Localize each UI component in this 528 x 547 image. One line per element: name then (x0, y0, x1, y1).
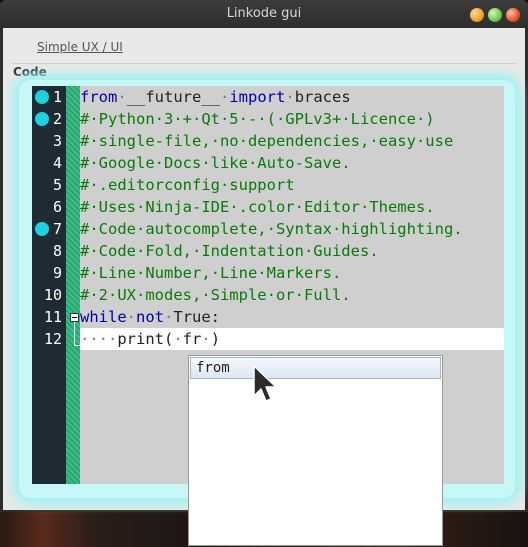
line-number: 11 (43, 308, 62, 326)
code-line: ····print(·fr·) (80, 328, 504, 350)
code-token: __future__ (126, 88, 220, 106)
code-token: #·Code·Fold,·Indentation·Guides. (80, 242, 379, 260)
code-token: · (173, 330, 183, 348)
code-token: · (164, 308, 174, 326)
code-token: #·Google·Docs·like·Auto-Save. (80, 154, 351, 172)
code-line: #·single-file,·no·dependencies,·easy·use (80, 130, 504, 152)
code-line: #·Code·autocomplete,·Syntax·highlighting… (80, 218, 504, 240)
fold-toggle-icon[interactable] (70, 313, 79, 322)
code-line: #·.editorconfig·support (80, 174, 504, 196)
line-number: 8 (52, 242, 62, 260)
close-button[interactable] (506, 8, 520, 22)
code-line: #·Google·Docs·like·Auto-Save. (80, 152, 504, 174)
code-line: #·Python·3·+·Qt·5·-·(·GPLv3+·Licence·) (80, 108, 504, 130)
line-number: 12 (43, 330, 62, 348)
code-line: from·__future__·import·braces (80, 86, 504, 108)
autocomplete-popup[interactable]: from (188, 355, 443, 546)
code-token: · (220, 88, 230, 106)
code-token: #·Python·3·+·Qt·5·-·(·GPLv3+·Licence·) (80, 110, 435, 128)
breakpoint-marker-icon[interactable] (35, 112, 49, 126)
code-token: · (126, 308, 137, 326)
code-token: #·2·UX·modes,·Simple·or·Full. (80, 286, 351, 304)
line-number: 6 (52, 198, 62, 216)
code-line: #·2·UX·modes,·Simple·or·Full. (80, 284, 504, 306)
code-token: while (80, 308, 127, 326)
code-token: · (201, 330, 211, 348)
maximize-button[interactable] (488, 8, 502, 22)
mouse-pointer-icon (253, 365, 277, 402)
tab-divider (11, 63, 517, 64)
code-token: import (229, 88, 286, 106)
line-number-margin[interactable]: 1 2 3 4 5 6 7 8 9 10 11 12 (32, 86, 66, 484)
code-token: #·single-file,·no·dependencies,·easy·use (80, 132, 454, 150)
code-token: · (285, 88, 295, 106)
line-number: 3 (52, 132, 62, 150)
code-token: print( (117, 330, 174, 348)
window-title: Linkode gui (226, 6, 302, 21)
code-token: ···· (80, 330, 118, 348)
code-token: braces (294, 88, 351, 106)
minimize-button[interactable] (470, 8, 484, 22)
title-bar[interactable]: Linkode gui (0, 0, 528, 28)
code-line: #·Line·Number,·Line·Markers. (80, 262, 504, 284)
breakpoint-marker-icon[interactable] (35, 90, 49, 104)
fold-guide-end (74, 345, 80, 346)
line-number: 9 (52, 264, 62, 282)
code-token: ) (210, 330, 221, 348)
code-token: #·Uses·Ninja-IDE·.color·Editor·Themes. (80, 198, 435, 216)
code-token: #·Line·Number,·Line·Markers. (80, 264, 342, 282)
code-section-label: Code (13, 65, 47, 79)
line-number: 4 (52, 154, 62, 172)
fold-guide-line (74, 322, 75, 346)
autocomplete-item[interactable]: from (190, 357, 441, 379)
code-line: #·Uses·Ninja-IDE·.color·Editor·Themes. (80, 196, 504, 218)
breakpoint-marker-icon[interactable] (35, 222, 49, 236)
code-token: True: (173, 308, 221, 326)
code-line: #·Code·Fold,·Indentation·Guides. (80, 240, 504, 262)
code-token: fr (182, 330, 202, 348)
code-token: #·.editorconfig·support (80, 176, 295, 194)
fold-gutter[interactable] (66, 86, 80, 484)
line-number: 5 (52, 176, 62, 194)
code-token: #·Code·autocomplete,·Syntax·highlighting… (80, 220, 463, 238)
simple-ux-link[interactable]: Simple UX / UI (37, 40, 123, 54)
code-token: · (117, 88, 127, 106)
line-number: 10 (43, 286, 62, 304)
code-line: while·not·True: (80, 306, 504, 328)
code-token: not (136, 308, 165, 326)
code-token: from (80, 88, 118, 106)
